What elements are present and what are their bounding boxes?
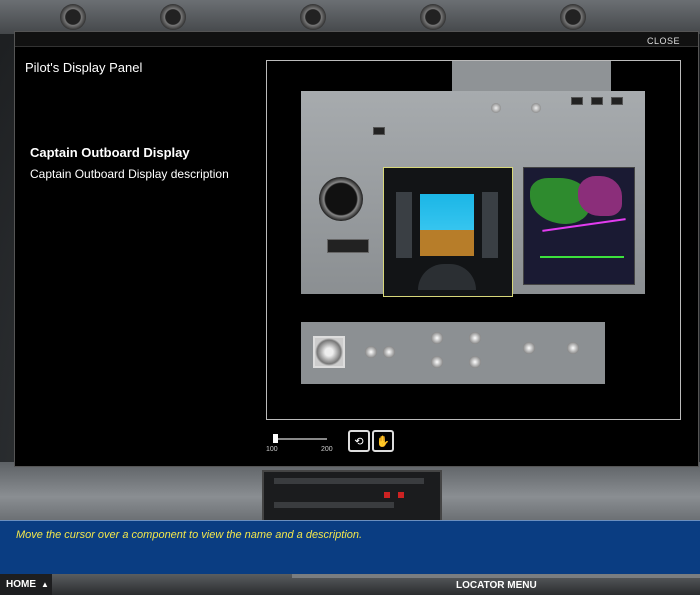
panel-switch bbox=[523, 342, 535, 354]
footer-bar: HOME ▲ LOCATOR MENU bbox=[0, 574, 700, 595]
locator-menu-button[interactable]: LOCATOR MENU bbox=[456, 580, 537, 591]
pedestal-row bbox=[274, 478, 424, 484]
captain-outboard-display[interactable] bbox=[383, 167, 513, 297]
panel-switch bbox=[431, 332, 443, 344]
attitude-ground bbox=[420, 230, 474, 256]
captain-inboard-display[interactable] bbox=[523, 167, 635, 285]
overhead-gauge bbox=[300, 4, 326, 30]
locator-tab bbox=[292, 574, 700, 578]
panel-switch bbox=[469, 356, 481, 368]
zoom-slider-track[interactable] bbox=[273, 438, 327, 440]
rotate-icon: ⟲ bbox=[354, 435, 364, 448]
cockpit-overhead bbox=[0, 0, 700, 34]
panel-switch bbox=[365, 346, 377, 358]
home-button[interactable]: HOME ▲ bbox=[0, 574, 52, 595]
up-arrow-icon: ▲ bbox=[41, 580, 49, 589]
panel-upper-strip bbox=[452, 61, 611, 91]
pedestal-light bbox=[384, 492, 390, 498]
panel-knob bbox=[531, 103, 541, 113]
overhead-gauge bbox=[160, 4, 186, 30]
info-text: Move the cursor over a component to view… bbox=[16, 529, 363, 541]
home-label: HOME bbox=[6, 579, 36, 590]
overhead-gauge bbox=[60, 4, 86, 30]
hand-pan-icon: ✋ bbox=[376, 435, 390, 448]
annunciator-lamp bbox=[571, 97, 583, 105]
weather-return bbox=[578, 176, 622, 216]
zoom-max-label: 200 bbox=[321, 446, 333, 453]
brightness-knob bbox=[313, 336, 345, 368]
overhead-gauge bbox=[560, 4, 586, 30]
annunciator-lamp bbox=[373, 127, 385, 135]
altitude-tape bbox=[482, 192, 498, 258]
pan-button[interactable]: ✋ bbox=[372, 430, 394, 452]
zoom-min-label: 100 bbox=[266, 446, 278, 453]
display-panel-dialog: CLOSE Pilot's Display Panel Captain Outb… bbox=[14, 31, 699, 467]
panel-switch bbox=[469, 332, 481, 344]
panel-switch bbox=[567, 342, 579, 354]
panel-switch bbox=[431, 356, 443, 368]
dialog-title: Pilot's Display Panel bbox=[25, 60, 143, 75]
component-name: Captain Outboard Display bbox=[30, 145, 190, 160]
zoom-slider-thumb[interactable] bbox=[273, 434, 278, 443]
vertical-profile bbox=[540, 256, 624, 276]
dialog-topbar bbox=[15, 32, 698, 47]
heading-compass bbox=[418, 264, 476, 290]
pedestal-light bbox=[398, 492, 404, 498]
annunciator-lamp bbox=[611, 97, 623, 105]
pedestal-row bbox=[274, 502, 394, 508]
panel-viewer[interactable] bbox=[266, 60, 681, 420]
component-description: Captain Outboard Display description bbox=[30, 167, 229, 181]
annunciator-lamp bbox=[591, 97, 603, 105]
rotate-button[interactable]: ⟲ bbox=[348, 430, 370, 452]
center-pedestal bbox=[262, 470, 442, 524]
lower-control-panel[interactable] bbox=[301, 319, 605, 384]
pilot-display-panel-image[interactable] bbox=[301, 91, 645, 297]
close-button[interactable]: CLOSE bbox=[647, 36, 680, 46]
speed-tape bbox=[396, 192, 412, 258]
standby-readout bbox=[327, 239, 369, 253]
info-bar: Move the cursor over a component to view… bbox=[0, 520, 700, 575]
panel-switch bbox=[383, 346, 395, 358]
attitude-sky bbox=[420, 194, 474, 230]
overhead-gauge bbox=[420, 4, 446, 30]
standby-attitude-gauge[interactable] bbox=[319, 177, 363, 221]
panel-knob bbox=[491, 103, 501, 113]
